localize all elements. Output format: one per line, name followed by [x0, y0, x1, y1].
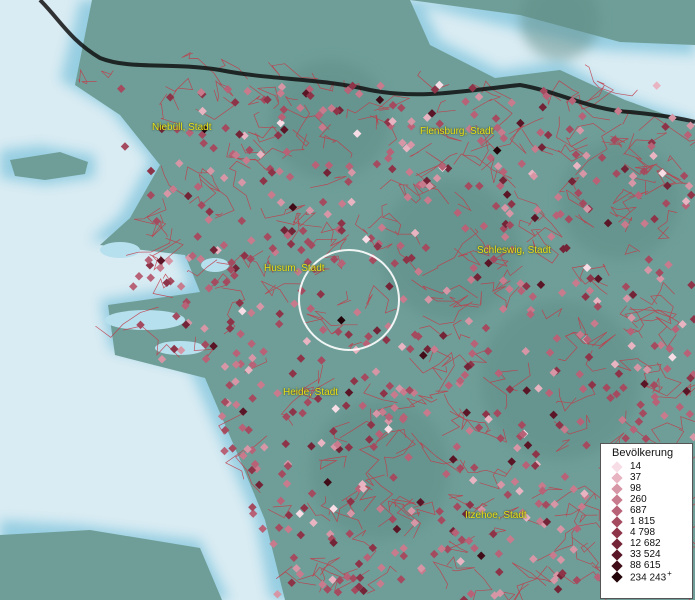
legend-entry: 687	[611, 504, 692, 517]
town-label-heide[interactable]: Heide, Stadt	[283, 387, 338, 398]
legend-entry: 98	[611, 482, 692, 495]
legend-swatch	[611, 548, 623, 561]
legend-label: 687	[630, 505, 647, 516]
town-label-itzehoe[interactable]: Itzehoe, Stadt	[465, 510, 527, 521]
town-label-husum[interactable]: Husum, Stadt	[264, 263, 325, 274]
legend-rows: 14 37 98 260 687 1 815 4 798 12 682 33 524 88 615…	[601, 460, 692, 584]
legend-label: 14	[630, 461, 642, 472]
legend-entry: 4 798	[611, 526, 692, 539]
town-label-text: Flensburg, Stadt	[420, 126, 494, 137]
legend-entry: 234 243+	[611, 569, 692, 584]
legend-label: 12 682	[630, 538, 661, 549]
legend-entry: 12 682	[611, 537, 692, 550]
map-canvas[interactable]	[0, 0, 695, 600]
legend-title: Bevölkerung	[612, 447, 674, 459]
legend-label: 33 524	[630, 549, 661, 560]
legend-swatch	[611, 570, 623, 583]
legend-swatch	[611, 559, 623, 572]
legend: Bevölkerung 14 37 98 260 687 1 815 4 798 12 682…	[600, 443, 693, 599]
town-label-text: Niebüll, Stadt	[152, 122, 212, 133]
town-label-text: Husum, Stadt	[264, 263, 325, 274]
legend-entry: 37	[611, 471, 692, 484]
legend-swatch	[611, 526, 623, 539]
legend-entry: 33 524	[611, 548, 692, 561]
town-label-schleswig[interactable]: Schleswig, Stadt	[477, 245, 551, 256]
legend-entry: 1 815	[611, 515, 692, 528]
legend-swatch	[611, 471, 623, 484]
legend-label: 234 243+	[630, 569, 672, 584]
legend-swatch	[611, 482, 623, 495]
legend-swatch	[611, 460, 623, 473]
town-label-text: Itzehoe, Stadt	[465, 510, 527, 521]
legend-swatch	[611, 515, 623, 528]
legend-label: 4 798	[630, 527, 656, 538]
legend-label: 260	[630, 494, 647, 505]
legend-entry: 260	[611, 493, 692, 506]
town-label-text: Heide, Stadt	[283, 387, 339, 398]
town-label-niebuell[interactable]: Niebüll, Stadt	[152, 122, 211, 133]
legend-entry: 14	[611, 460, 692, 473]
legend-swatch	[611, 537, 623, 550]
legend-label: 98	[630, 483, 642, 494]
legend-label: 37	[630, 472, 642, 483]
legend-label: 1 815	[630, 516, 656, 527]
town-label-flensburg[interactable]: Flensburg, Stadt	[420, 126, 493, 137]
legend-swatch	[611, 504, 623, 517]
town-label-text: Schleswig, Stadt	[477, 245, 551, 256]
legend-swatch	[611, 493, 623, 506]
